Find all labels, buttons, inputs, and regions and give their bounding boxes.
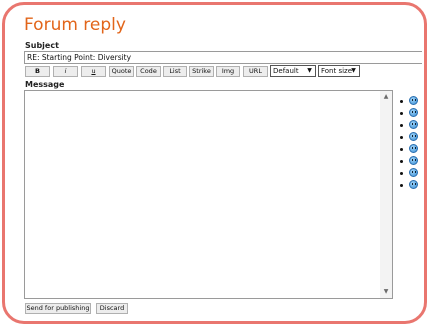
- bullet-icon: [400, 112, 403, 115]
- underline-button[interactable]: u: [81, 66, 106, 77]
- italic-button[interactable]: i: [53, 66, 78, 77]
- smiley-item[interactable]: [400, 132, 422, 144]
- smiley-item[interactable]: [400, 156, 422, 168]
- message-textarea[interactable]: ▲ ▼: [24, 90, 393, 299]
- smiley-list: [400, 96, 422, 192]
- subject-label: Subject: [25, 41, 59, 50]
- page-title: Forum reply: [24, 15, 126, 35]
- url-button[interactable]: URL: [243, 66, 268, 77]
- bold-button[interactable]: B: [25, 66, 50, 77]
- code-button[interactable]: Code: [136, 66, 161, 77]
- send-for-publishing-button[interactable]: Send for publishing: [25, 303, 91, 314]
- list-button[interactable]: List: [163, 66, 187, 77]
- bullet-icon: [400, 124, 403, 127]
- grin-icon[interactable]: [409, 120, 418, 129]
- font-size-select-value: Font size: [321, 67, 353, 75]
- bullet-icon: [400, 184, 403, 187]
- smiley-item[interactable]: [400, 96, 422, 108]
- font-family-select-value: Default: [273, 67, 299, 75]
- message-scrollbar[interactable]: ▲ ▼: [380, 91, 392, 298]
- scroll-up-icon[interactable]: ▲: [380, 91, 392, 103]
- bullet-icon: [400, 160, 403, 163]
- smile-icon[interactable]: [409, 96, 418, 105]
- scroll-down-icon[interactable]: ▼: [380, 286, 392, 298]
- smiley-item[interactable]: [400, 168, 422, 180]
- bullet-icon: [400, 148, 403, 151]
- strike-button[interactable]: Strike: [189, 66, 214, 77]
- subject-input[interactable]: RE: Starting Point: Diversity: [24, 51, 422, 64]
- tongue-icon[interactable]: [409, 144, 418, 153]
- smiley-item[interactable]: [400, 120, 422, 132]
- bullet-icon: [400, 100, 403, 103]
- bullet-icon: [400, 136, 403, 139]
- image-button[interactable]: Img: [216, 66, 240, 77]
- quote-button[interactable]: Quote: [109, 66, 134, 77]
- chevron-down-icon: ▼: [351, 67, 356, 74]
- discard-button[interactable]: Discard: [96, 303, 128, 314]
- surprised-icon[interactable]: [409, 168, 418, 177]
- chevron-down-icon: ▼: [307, 67, 312, 74]
- smiley-item[interactable]: [400, 144, 422, 156]
- smiley-item[interactable]: [400, 108, 422, 120]
- cool-icon[interactable]: [409, 156, 418, 165]
- sad-icon[interactable]: [409, 132, 418, 141]
- message-label: Message: [25, 80, 65, 89]
- wink-icon[interactable]: [409, 108, 418, 117]
- font-size-select[interactable]: Font size ▼: [318, 65, 360, 77]
- bullet-icon: [400, 172, 403, 175]
- font-family-select[interactable]: Default ▼: [270, 65, 316, 77]
- happy-icon[interactable]: [409, 180, 418, 189]
- smiley-item[interactable]: [400, 180, 422, 192]
